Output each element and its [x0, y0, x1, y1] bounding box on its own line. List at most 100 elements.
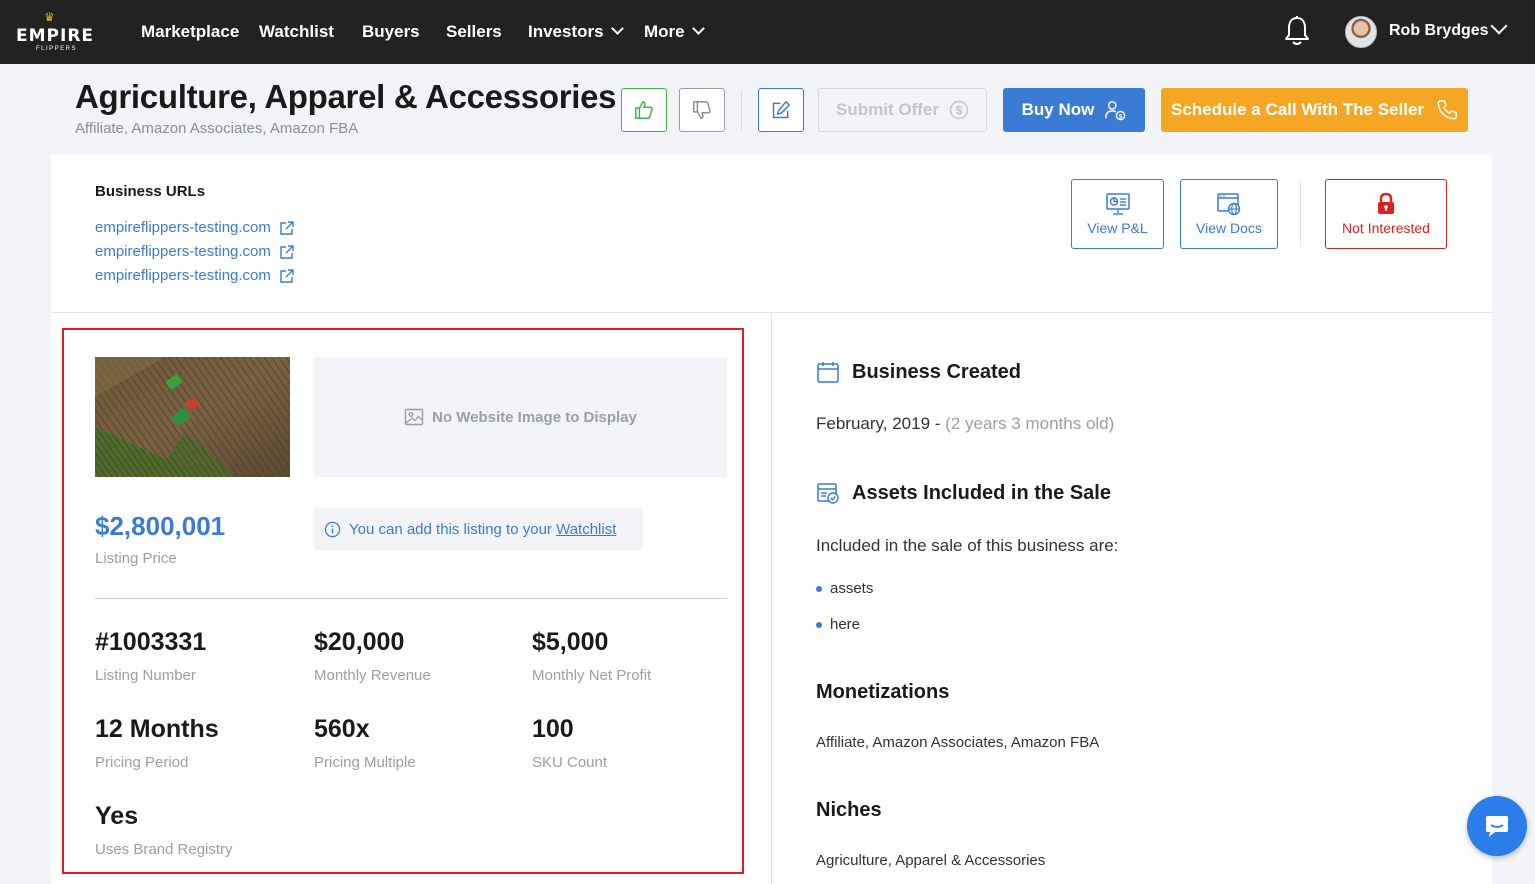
view-pl-label: View P&L: [1087, 220, 1148, 236]
external-link-icon: [280, 268, 294, 283]
brand-registry-value: Yes: [95, 802, 139, 830]
business-created-title: Business Created: [852, 361, 1021, 383]
thumbs-up-icon: [635, 101, 653, 119]
pricing-multiple-label: Pricing Multiple: [314, 754, 416, 771]
svg-text:$: $: [956, 104, 963, 118]
listing-number-label: Listing Number: [95, 667, 196, 684]
divider: [95, 598, 727, 599]
edit-button[interactable]: [758, 88, 804, 132]
thumbs-down-button[interactable]: [679, 88, 725, 132]
business-created-text: February, 2019 - (2 years 3 months old): [816, 414, 1114, 434]
view-pl-button[interactable]: View P&L: [1071, 179, 1164, 249]
business-urls-title: Business URLs: [95, 183, 206, 200]
bullet-icon: [816, 585, 822, 592]
document-check-icon: [817, 483, 839, 504]
nav-investors[interactable]: Investors: [528, 21, 624, 43]
divider: [771, 313, 772, 884]
schedule-call-button[interactable]: Schedule a Call With The Seller: [1161, 88, 1468, 132]
monthly-net-profit-label: Monthly Net Profit: [532, 667, 652, 684]
chat-button[interactable]: [1467, 796, 1527, 856]
buy-now-label: Buy Now: [1021, 100, 1095, 119]
nav-buyers[interactable]: Buyers: [362, 21, 420, 43]
business-created-date: February, 2019 -: [816, 414, 941, 433]
monthly-revenue-label: Monthly Revenue: [314, 667, 431, 684]
business-url-text: empireflippers-testing.com: [95, 219, 271, 236]
calendar-icon: [817, 362, 839, 383]
external-link-icon: [280, 244, 294, 259]
logo-text: EMPIRE: [16, 26, 95, 46]
list-item: here: [816, 616, 860, 633]
no-image-placeholder: No Website Image to Display: [314, 357, 727, 477]
not-interested-button[interactable]: Not Interested: [1325, 179, 1447, 249]
brand-registry-label: Uses Brand Registry: [95, 841, 233, 858]
watchlist-note-text: You can add this listing to your: [349, 520, 552, 538]
edit-icon: [772, 100, 791, 119]
presentation-chart-icon: [1105, 193, 1130, 215]
bullet-icon: [816, 621, 822, 628]
phone-icon: [1437, 100, 1457, 120]
empire-flippers-logo[interactable]: ♛ EMPIRE FLIPPERS: [14, 11, 94, 55]
monthly-net-profit-value: $5,000: [532, 628, 609, 656]
asset-item-text: here: [830, 616, 861, 633]
listing-price-label: Listing Price: [95, 550, 177, 567]
svg-text:$: $: [1119, 113, 1123, 120]
bell-icon[interactable]: [1283, 15, 1311, 47]
top-navbar: ♛ EMPIRE FLIPPERS Marketplace Watchlist …: [0, 0, 1535, 64]
farm-aerial-image: [95, 357, 290, 477]
buy-now-button[interactable]: Buy Now $: [1003, 88, 1145, 132]
niches-text: Agriculture, Apparel & Accessories: [816, 852, 1046, 869]
business-url-link[interactable]: empireflippers-testing.com: [95, 219, 295, 236]
pricing-period-label: Pricing Period: [95, 754, 189, 771]
nav-watchlist[interactable]: Watchlist: [259, 21, 334, 43]
listing-image: [95, 357, 290, 477]
image-icon: [404, 408, 424, 426]
user-dollar-icon: $: [1105, 101, 1126, 121]
view-docs-button[interactable]: View Docs: [1180, 179, 1278, 249]
divider: [741, 90, 742, 130]
chevron-down-icon: [610, 22, 624, 35]
user-name[interactable]: Rob Brydges: [1389, 22, 1489, 40]
pricing-period-value: 12 Months: [95, 715, 219, 743]
schedule-call-label: Schedule a Call With The Seller: [1170, 100, 1425, 119]
crown-icon: ♛: [44, 10, 55, 24]
not-interested-label: Not Interested: [1342, 220, 1430, 236]
monetizations-text: Affiliate, Amazon Associates, Amazon FBA: [816, 734, 1100, 751]
browser-globe-icon: [1217, 193, 1241, 216]
lock-icon: [1378, 192, 1394, 214]
business-age: (2 years 3 months old): [945, 414, 1115, 433]
sku-count-label: SKU Count: [532, 754, 608, 771]
business-url-text: empireflippers-testing.com: [95, 243, 271, 260]
logo-subtext: FLIPPERS: [36, 46, 78, 52]
monetizations-title: Monetizations: [816, 681, 950, 703]
chat-bubble-icon: [1486, 816, 1508, 837]
nav-sellers[interactable]: Sellers: [446, 21, 502, 43]
listing-number-value: #1003331: [95, 628, 207, 656]
avatar[interactable]: [1345, 16, 1377, 48]
monthly-revenue-value: $20,000: [314, 628, 405, 656]
nav-marketplace[interactable]: Marketplace: [141, 21, 239, 43]
divider: [1300, 181, 1301, 247]
business-url-text: empireflippers-testing.com: [95, 267, 271, 284]
dollar-circle-icon: $: [949, 100, 969, 120]
chevron-down-icon[interactable]: [1490, 17, 1508, 35]
thumbs-up-button[interactable]: [621, 88, 667, 132]
list-item: assets: [816, 580, 873, 597]
external-link-icon: [280, 220, 294, 235]
info-icon: [324, 521, 341, 537]
business-url-link[interactable]: empireflippers-testing.com: [95, 243, 295, 260]
assets-intro: Included in the sale of this business ar…: [816, 536, 1119, 555]
no-image-text: No Website Image to Display: [432, 408, 637, 426]
submit-offer-label: Submit Offer: [836, 100, 939, 119]
nav-more[interactable]: More: [644, 21, 705, 43]
niches-title: Niches: [816, 799, 882, 821]
watchlist-note: You can add this listing to your Watchli…: [314, 508, 643, 550]
chevron-down-icon: [691, 22, 705, 35]
business-url-link[interactable]: empireflippers-testing.com: [95, 267, 295, 284]
watchlist-link[interactable]: Watchlist: [556, 521, 616, 538]
submit-offer-button[interactable]: Submit Offer $: [818, 88, 987, 132]
sku-count-value: 100: [532, 715, 574, 743]
assets-title: Assets Included in the Sale: [852, 482, 1111, 504]
nav-investors-label: Investors: [528, 22, 604, 41]
nav-more-label: More: [644, 22, 685, 41]
view-docs-label: View Docs: [1196, 220, 1262, 236]
